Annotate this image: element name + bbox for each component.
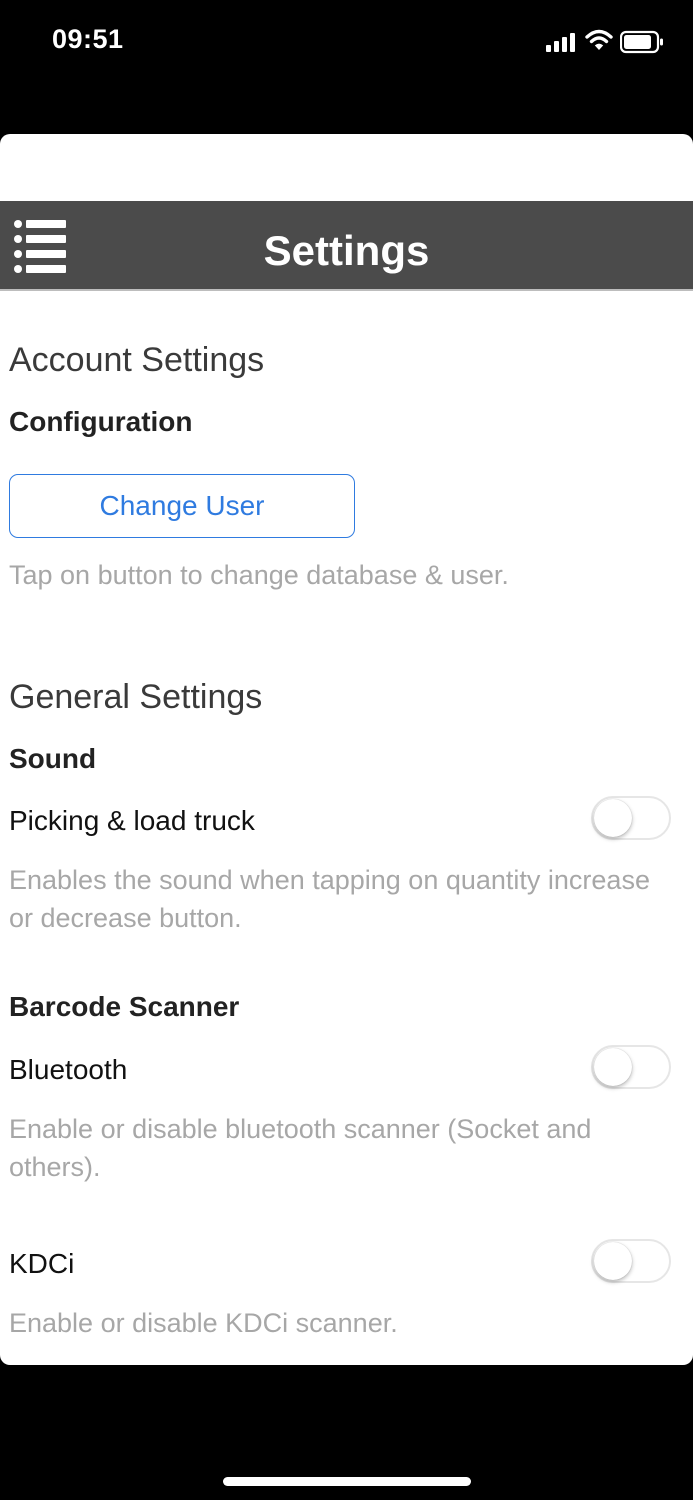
picking-load-truck-label: Picking & load truck bbox=[9, 805, 255, 836]
configuration-label: Configuration bbox=[9, 406, 193, 437]
general-settings-heading: General Settings bbox=[9, 678, 263, 716]
bluetooth-scanner-toggle[interactable] bbox=[591, 1045, 671, 1089]
change-user-help-text: Tap on button to change database & user. bbox=[9, 560, 509, 590]
bluetooth-label: Bluetooth bbox=[9, 1054, 128, 1085]
cellular-signal-icon bbox=[546, 33, 575, 52]
sound-label: Sound bbox=[9, 743, 97, 774]
account-settings-heading: Account Settings bbox=[9, 341, 265, 379]
battery-icon bbox=[620, 30, 663, 54]
settings-sheet: Settings Account Settings Configuration … bbox=[0, 134, 693, 1365]
wifi-icon bbox=[585, 29, 613, 50]
status-bar: 09:51 bbox=[0, 0, 693, 90]
change-user-button[interactable]: Change User bbox=[9, 474, 355, 538]
kdci-help-text: Enable or disable KDCi scanner. bbox=[9, 1308, 398, 1338]
toggle-knob bbox=[594, 1242, 632, 1280]
bluetooth-help-text: Enable or disable bluetooth scanner (Soc… bbox=[9, 1114, 592, 1182]
toggle-knob bbox=[594, 799, 632, 837]
toggle-knob bbox=[594, 1048, 632, 1086]
kdci-label: KDCi bbox=[9, 1248, 75, 1279]
barcode-scanner-label: Barcode Scanner bbox=[9, 991, 240, 1022]
picking-sound-help-text: Enables the sound when tapping on quanti… bbox=[9, 865, 650, 933]
home-indicator[interactable] bbox=[223, 1477, 471, 1486]
kdci-scanner-toggle[interactable] bbox=[591, 1239, 671, 1283]
picking-sound-toggle[interactable] bbox=[591, 796, 671, 840]
page-title: Settings bbox=[263, 227, 430, 274]
phone-screen: 09:51 Settings Account Settings Configur… bbox=[0, 0, 693, 1500]
status-time: 09:51 bbox=[52, 24, 124, 54]
list-menu-icon[interactable] bbox=[12, 217, 68, 277]
app-header: Settings bbox=[0, 201, 693, 291]
